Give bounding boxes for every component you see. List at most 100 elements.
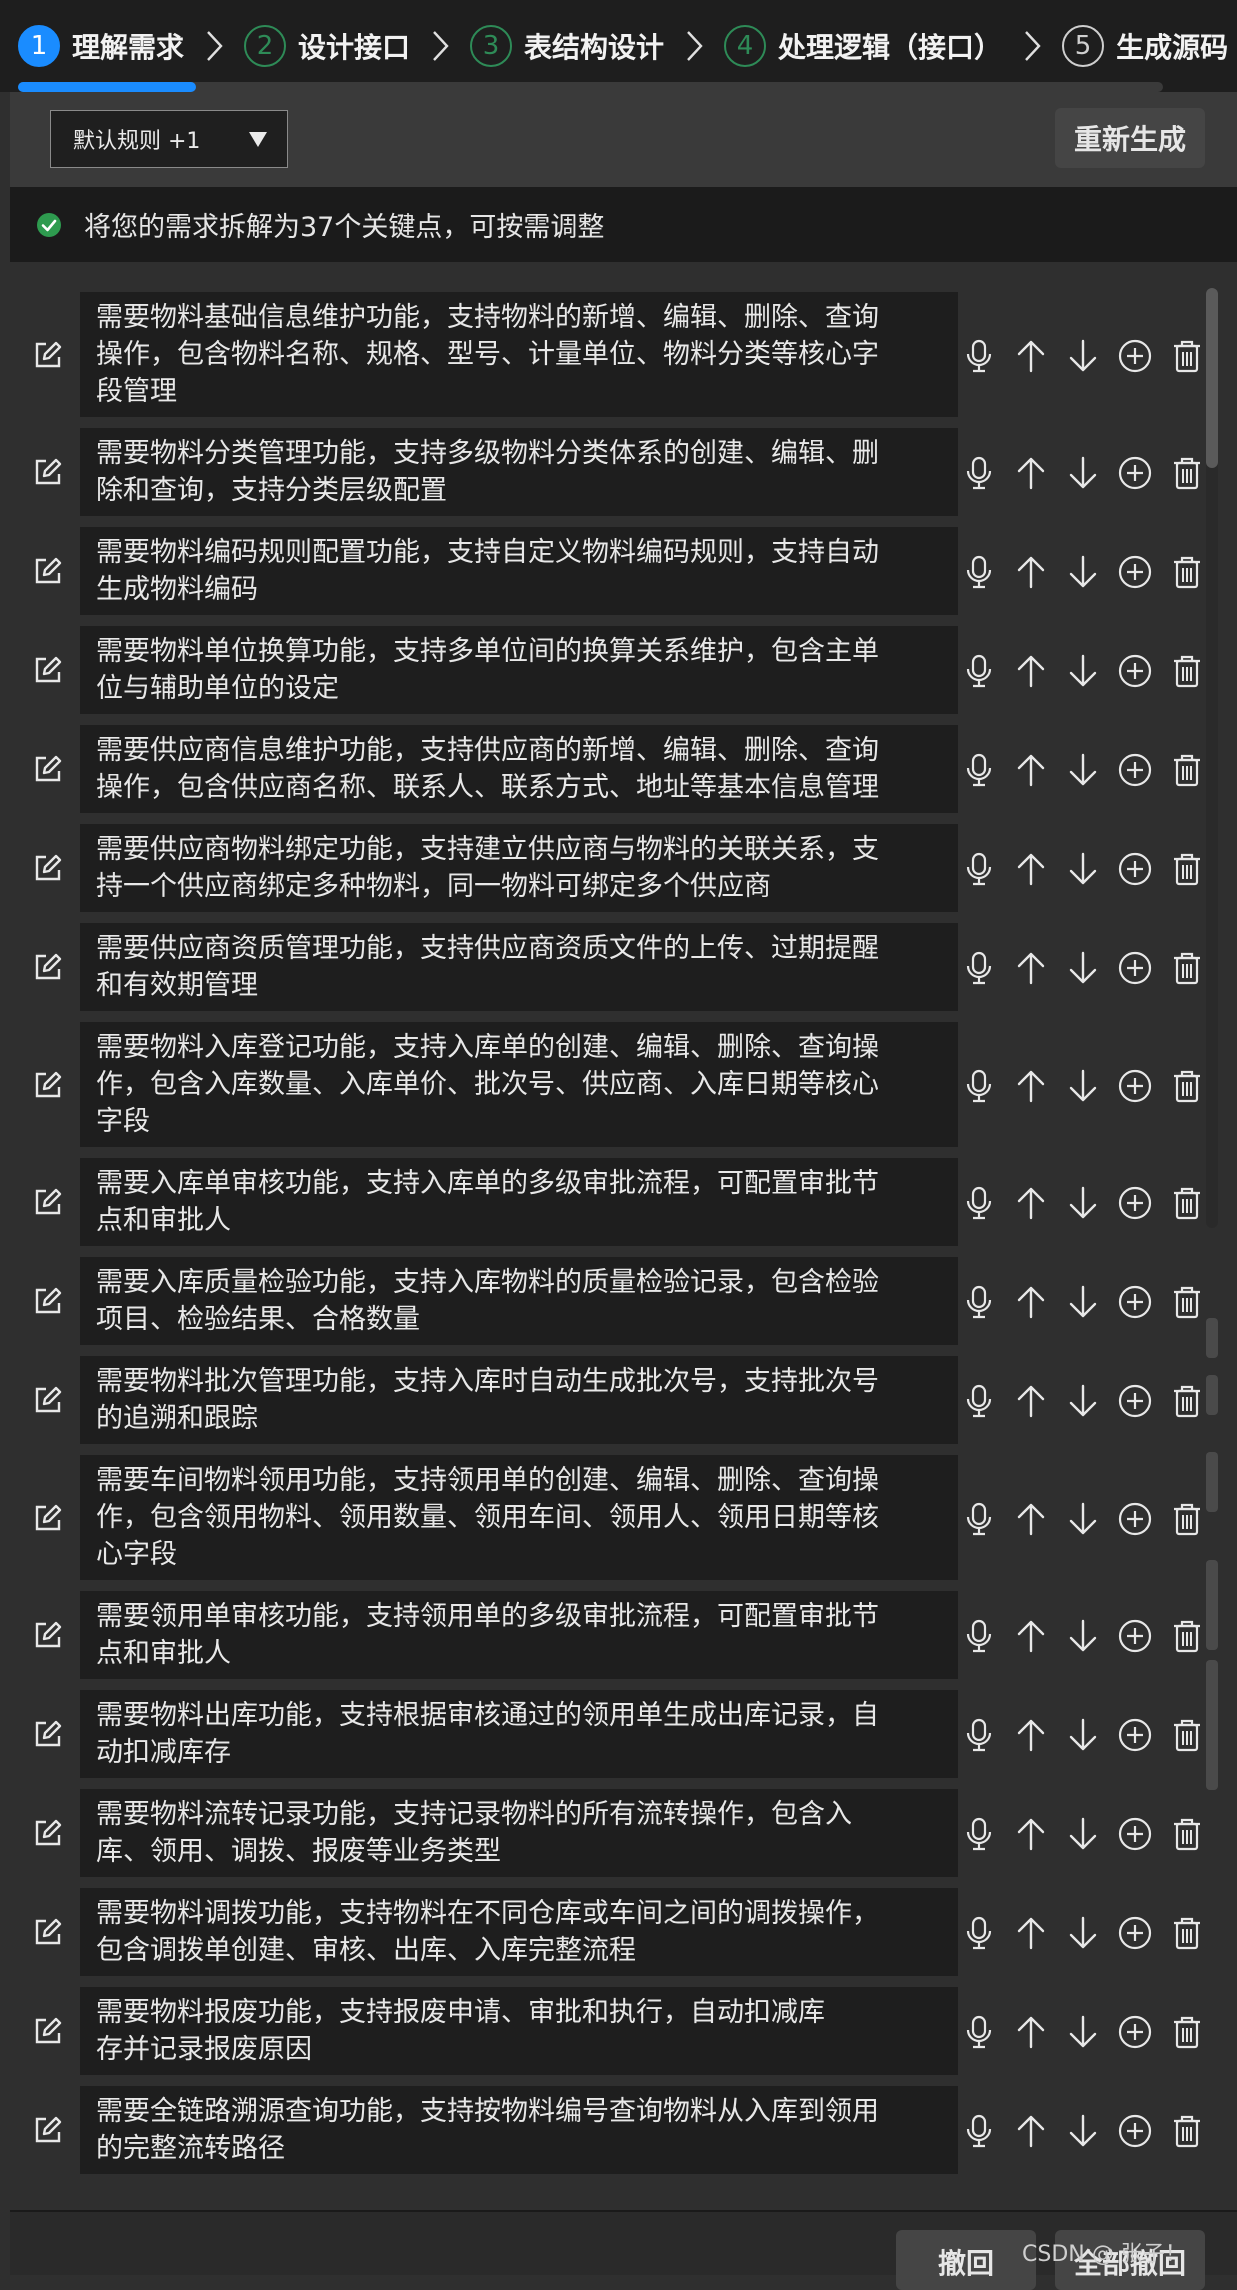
add-circle-icon[interactable]	[1116, 337, 1154, 375]
requirement-text[interactable]: 需要物料调拨功能，支持物料在不同仓库或车间之间的调拨操作， 包含调拨单创建、审核、…	[80, 1888, 958, 1976]
trash-icon[interactable]	[1168, 1500, 1200, 1538]
edit-icon[interactable]	[32, 1817, 64, 1849]
edit-icon[interactable]	[32, 456, 64, 488]
add-circle-icon[interactable]	[1116, 2112, 1154, 2150]
edit-icon[interactable]	[32, 1619, 64, 1651]
add-circle-icon[interactable]	[1116, 553, 1154, 591]
move-down-icon[interactable]	[1064, 2112, 1102, 2150]
trash-icon[interactable]	[1168, 1067, 1200, 1105]
requirement-text[interactable]: 需要物料分类管理功能，支持多级物料分类体系的创建、编辑、删 除和查询，支持分类层级…	[80, 428, 958, 516]
trash-icon[interactable]	[1168, 454, 1200, 492]
edit-icon[interactable]	[32, 1069, 64, 1101]
requirement-text[interactable]: 需要供应商物料绑定功能，支持建立供应商与物料的关联关系，支 持一个供应商绑定多种物…	[80, 824, 958, 912]
edit-icon[interactable]	[32, 951, 64, 983]
edit-icon[interactable]	[32, 2114, 64, 2146]
move-up-icon[interactable]	[1012, 1617, 1050, 1655]
trash-icon[interactable]	[1168, 2112, 1200, 2150]
requirement-text[interactable]: 需要物料入库登记功能，支持入库单的创建、编辑、删除、查询操 作，包含入库数量、入库…	[80, 1022, 958, 1147]
add-circle-icon[interactable]	[1116, 1184, 1154, 1222]
add-circle-icon[interactable]	[1116, 751, 1154, 789]
move-up-icon[interactable]	[1012, 850, 1050, 888]
trash-icon[interactable]	[1168, 1815, 1200, 1853]
move-up-icon[interactable]	[1012, 949, 1050, 987]
requirement-text[interactable]: 需要全链路溯源查询功能，支持按物料编号查询物料从入库到领用 的完整流转路径	[80, 2086, 958, 2174]
revoke-button[interactable]: 撤回	[896, 2230, 1036, 2290]
requirement-text[interactable]: 需要物料单位换算功能，支持多单位间的换算关系维护，包含主单 位与辅助单位的设定	[80, 626, 958, 714]
edit-icon[interactable]	[32, 1916, 64, 1948]
step-4[interactable]: 4 处理逻辑（接口）	[724, 25, 1002, 67]
trash-icon[interactable]	[1168, 1283, 1200, 1321]
add-circle-icon[interactable]	[1116, 1283, 1154, 1321]
add-circle-icon[interactable]	[1116, 949, 1154, 987]
add-circle-icon[interactable]	[1116, 1382, 1154, 1420]
move-up-icon[interactable]	[1012, 1283, 1050, 1321]
edit-icon[interactable]	[32, 339, 64, 371]
microphone-icon[interactable]	[960, 1716, 998, 1754]
move-up-icon[interactable]	[1012, 1184, 1050, 1222]
trash-icon[interactable]	[1168, 337, 1200, 375]
add-circle-icon[interactable]	[1116, 1914, 1154, 1952]
move-down-icon[interactable]	[1064, 1184, 1102, 1222]
move-down-icon[interactable]	[1064, 1500, 1102, 1538]
move-down-icon[interactable]	[1064, 850, 1102, 888]
move-down-icon[interactable]	[1064, 751, 1102, 789]
move-up-icon[interactable]	[1012, 1500, 1050, 1538]
microphone-icon[interactable]	[960, 1500, 998, 1538]
move-up-icon[interactable]	[1012, 751, 1050, 789]
microphone-icon[interactable]	[960, 337, 998, 375]
move-down-icon[interactable]	[1064, 1716, 1102, 1754]
add-circle-icon[interactable]	[1116, 652, 1154, 690]
trash-icon[interactable]	[1168, 949, 1200, 987]
microphone-icon[interactable]	[960, 1184, 998, 1222]
microphone-icon[interactable]	[960, 454, 998, 492]
requirement-text[interactable]: 需要供应商信息维护功能，支持供应商的新增、编辑、删除、查询 操作，包含供应商名称、…	[80, 725, 958, 813]
edit-icon[interactable]	[32, 753, 64, 785]
move-down-icon[interactable]	[1064, 454, 1102, 492]
move-up-icon[interactable]	[1012, 2112, 1050, 2150]
requirement-text[interactable]: 需要供应商资质管理功能，支持供应商资质文件的上传、过期提醒 和有效期管理	[80, 923, 958, 1011]
add-circle-icon[interactable]	[1116, 1500, 1154, 1538]
move-down-icon[interactable]	[1064, 337, 1102, 375]
add-circle-icon[interactable]	[1116, 850, 1154, 888]
move-up-icon[interactable]	[1012, 652, 1050, 690]
scrollbar-thumb[interactable]	[1206, 288, 1218, 468]
edit-icon[interactable]	[32, 1186, 64, 1218]
trash-icon[interactable]	[1168, 652, 1200, 690]
microphone-icon[interactable]	[960, 751, 998, 789]
edit-icon[interactable]	[32, 852, 64, 884]
step-1[interactable]: 1 理解需求	[18, 25, 184, 67]
trash-icon[interactable]	[1168, 1617, 1200, 1655]
requirement-text[interactable]: 需要物料流转记录功能，支持记录物料的所有流转操作，包含入 库、领用、调拨、报废等业…	[80, 1789, 958, 1877]
regenerate-button[interactable]: 重新生成	[1055, 108, 1205, 168]
add-circle-icon[interactable]	[1116, 1716, 1154, 1754]
move-up-icon[interactable]	[1012, 1815, 1050, 1853]
move-down-icon[interactable]	[1064, 652, 1102, 690]
edit-icon[interactable]	[32, 1502, 64, 1534]
move-down-icon[interactable]	[1064, 1914, 1102, 1952]
move-up-icon[interactable]	[1012, 337, 1050, 375]
microphone-icon[interactable]	[960, 1617, 998, 1655]
move-down-icon[interactable]	[1064, 1382, 1102, 1420]
microphone-icon[interactable]	[960, 1067, 998, 1105]
microphone-icon[interactable]	[960, 553, 998, 591]
trash-icon[interactable]	[1168, 1716, 1200, 1754]
move-up-icon[interactable]	[1012, 1382, 1050, 1420]
move-up-icon[interactable]	[1012, 1067, 1050, 1105]
add-circle-icon[interactable]	[1116, 1067, 1154, 1105]
requirement-text[interactable]: 需要入库质量检验功能，支持入库物料的质量检验记录，包含检验 项目、检验结果、合格数…	[80, 1257, 958, 1345]
requirement-text[interactable]: 需要物料批次管理功能，支持入库时自动生成批次号，支持批次号 的追溯和跟踪	[80, 1356, 958, 1444]
move-down-icon[interactable]	[1064, 553, 1102, 591]
trash-icon[interactable]	[1168, 1914, 1200, 1952]
microphone-icon[interactable]	[960, 652, 998, 690]
step-5[interactable]: 5 生成源码	[1062, 25, 1228, 67]
trash-icon[interactable]	[1168, 751, 1200, 789]
requirement-text[interactable]: 需要物料报废功能，支持报废申请、审批和执行，自动扣减库 存并记录报废原因	[80, 1987, 958, 2075]
edit-icon[interactable]	[32, 1718, 64, 1750]
move-down-icon[interactable]	[1064, 949, 1102, 987]
edit-icon[interactable]	[32, 654, 64, 686]
move-up-icon[interactable]	[1012, 1914, 1050, 1952]
trash-icon[interactable]	[1168, 850, 1200, 888]
move-down-icon[interactable]	[1064, 1283, 1102, 1321]
move-up-icon[interactable]	[1012, 1716, 1050, 1754]
move-down-icon[interactable]	[1064, 2013, 1102, 2051]
